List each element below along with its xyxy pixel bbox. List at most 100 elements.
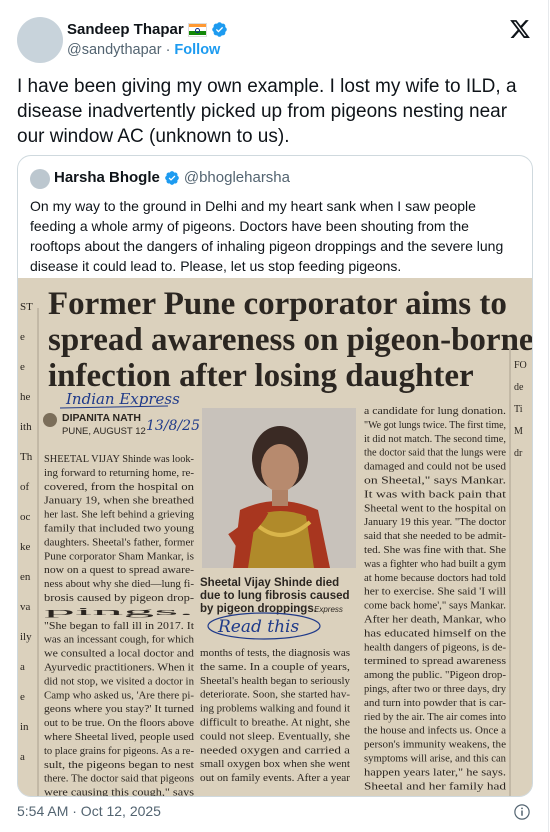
col3-line: it did not match. The second time, bbox=[364, 433, 506, 445]
col3-line: person's immunity weakens, the bbox=[364, 739, 506, 751]
col2-line: months of tests, the diagnosis was bbox=[200, 647, 350, 659]
edge-right-line: FO bbox=[514, 360, 527, 371]
col1-line: Camp who asked us, 'Are there pi- bbox=[44, 689, 194, 701]
col2-line: deteriorate. Soon, she started hav- bbox=[200, 689, 350, 701]
col3-line: Sheetal went to the hospital on bbox=[364, 502, 507, 514]
col3-line: damaged and could not be used bbox=[364, 461, 506, 473]
handwritten-date: 13/8/25 bbox=[146, 418, 200, 434]
col1-line: sult, the pigeons began to nest bbox=[44, 759, 194, 771]
col1-line: out to be true. On the floors above bbox=[44, 717, 194, 729]
col3-line: changed houses twice, but the in- bbox=[364, 794, 506, 796]
col3-line: pings, after two or three days, dry bbox=[364, 683, 506, 695]
col3-line: termined to spread awareness bbox=[364, 655, 506, 667]
india-flag-icon bbox=[187, 22, 207, 37]
col1-line: geons where you stay?' It turned bbox=[44, 703, 195, 715]
edge-left-line: a bbox=[20, 751, 25, 763]
quoted-tweet-text: On my way to the ground in Delhi and my … bbox=[30, 198, 504, 274]
author-name-row: Sandeep Thapar bbox=[67, 21, 228, 38]
handwritten-note: Read this bbox=[217, 617, 299, 637]
tweet-timestamp[interactable]: 5:54 AM · Oct 12, 2025 bbox=[17, 803, 161, 819]
col1-line: family that included two young bbox=[44, 523, 195, 535]
author-handle[interactable]: @sandythapar bbox=[67, 42, 162, 58]
col3-line: "We got lungs twice. The first time, bbox=[364, 419, 506, 431]
author-name[interactable]: Sandeep Thapar bbox=[67, 21, 184, 38]
col3-line: on Sheetal," says Mankar. bbox=[364, 475, 506, 487]
col2-line: out on family events. After a year bbox=[200, 772, 350, 784]
col3-line: at home because doctors had told bbox=[364, 572, 506, 584]
col1-line: brosis caused by pigeon drop- bbox=[44, 592, 194, 604]
edge-left-line: ST bbox=[20, 301, 33, 313]
edge-right-line: dr bbox=[514, 448, 523, 459]
quoted-author-avatar[interactable] bbox=[30, 169, 50, 189]
verified-badge-icon bbox=[211, 22, 227, 37]
col1-line: ing forward to returning home, re- bbox=[44, 467, 194, 479]
headline-line-3: infection after losing daughter bbox=[48, 358, 474, 394]
col3-line: the house and infects us. Once a bbox=[364, 725, 506, 737]
edge-left-line: ily bbox=[20, 631, 32, 643]
col1-line: Pune corporator Sham Mankar, is bbox=[44, 550, 194, 562]
article-column-2: months of tests, the diagnosis was the sa… bbox=[200, 647, 350, 784]
col3-line: ted. She was fine with that. She bbox=[364, 544, 506, 556]
newspaper-clipping-image[interactable]: ST e e he ith Th of oc ke en va ily a e in a FO de Ti Mdr … bbox=[18, 278, 532, 796]
edge-right-line: Ti bbox=[514, 404, 523, 415]
col1-line: SHEETAL VIJAY Shinde was look- bbox=[44, 453, 194, 465]
author-handle-row: @sandythapar · Follow bbox=[67, 42, 220, 58]
x-logo-icon[interactable] bbox=[509, 18, 531, 40]
edge-right-line: de bbox=[514, 382, 524, 393]
col1-line: January 19, when she breathed bbox=[44, 495, 195, 507]
edge-left-line: of bbox=[20, 481, 30, 493]
edge-left-line: a bbox=[20, 661, 25, 673]
col3-line: was a fighter who had built a gym bbox=[364, 558, 506, 570]
col1-line: we consulted a local doctor and bbox=[44, 648, 195, 660]
col1-line: were causing this cough," says bbox=[44, 787, 194, 796]
byline: DIPANITA NATH bbox=[62, 412, 141, 424]
verified-badge-icon bbox=[165, 170, 179, 185]
col3-line: Sheetal and her family had bbox=[364, 780, 507, 792]
col3-line: ried by the air. The air comes into bbox=[364, 711, 506, 723]
edge-left-line: e bbox=[20, 691, 25, 703]
edge-left-line: ke bbox=[20, 541, 31, 553]
edge-left-line: en bbox=[20, 571, 31, 583]
info-icon[interactable] bbox=[513, 803, 531, 821]
col1-line: there. The doctor said that pigeons bbox=[44, 773, 194, 785]
col3-line: come back home'," says Mankar. bbox=[364, 600, 506, 612]
edge-left-line: e bbox=[20, 331, 25, 343]
col1-line: pings. bbox=[44, 606, 195, 618]
quoted-author-name[interactable]: Harsha Bhogle bbox=[54, 169, 160, 186]
author-avatar[interactable] bbox=[17, 17, 63, 63]
caption-credit: Express bbox=[314, 605, 343, 614]
edge-left-line: va bbox=[20, 601, 31, 613]
col2-line: could not sleep. Eventually, she bbox=[200, 730, 350, 742]
headline-line-2: spread awareness on pigeon-borne bbox=[48, 322, 532, 358]
col3-line: health dangers of pigeons, is de- bbox=[364, 641, 506, 653]
col3-line: has educated himself on the bbox=[364, 627, 506, 639]
handwritten-source: Indian Express bbox=[65, 390, 180, 408]
col1-line: daughters. Sheetal's father, former bbox=[44, 536, 194, 548]
col3-line: January 19 this year. "The doctor bbox=[364, 516, 506, 528]
col1-line: Ayurvedic practitioners. When it bbox=[44, 662, 194, 674]
col1-line: covered, from the hospital on bbox=[44, 481, 195, 493]
col3-line: her to exercise. She said 'I will bbox=[364, 586, 506, 598]
col1-line: now on a quest to spread aware- bbox=[44, 564, 194, 576]
newspaper-clipping-svg: STeeheithThofockeenvailyaeina FOdeTiMdr … bbox=[18, 278, 532, 796]
col3-line: a candidate for lung donation. bbox=[364, 405, 506, 417]
col3-line: happen years later," he says. bbox=[364, 766, 506, 778]
edge-left-line: e bbox=[20, 361, 25, 373]
quoted-author-row: Harsha Bhogle @bhogleharsha bbox=[54, 169, 290, 186]
dateline: PUNE, AUGUST 12 bbox=[62, 426, 146, 437]
follow-button[interactable]: Follow bbox=[174, 42, 220, 58]
col2-line: needed oxygen and carried a bbox=[200, 744, 350, 756]
tweet-text: I have been giving my own example. I los… bbox=[17, 76, 517, 147]
edge-left-line: ith bbox=[20, 421, 32, 433]
quoted-tweet[interactable]: Harsha Bhogle @bhogleharsha On my way to… bbox=[17, 155, 533, 797]
edge-left-line: in bbox=[20, 721, 29, 733]
col3-line: After her death, Mankar, who bbox=[364, 614, 507, 626]
portrait-photo bbox=[202, 408, 356, 568]
col2-line: the same. In a couple of years, bbox=[200, 661, 350, 673]
tweet-card: Sandeep Thapar @sandythapar · Follow I h… bbox=[0, 0, 549, 832]
col2-line: ing problems walking and found it bbox=[200, 703, 350, 715]
quoted-author-handle[interactable]: @bhogleharsha bbox=[184, 169, 290, 186]
col3-line: and turn into powder that is car- bbox=[364, 697, 506, 709]
col1-line: ness about why she died—lung fi- bbox=[44, 578, 194, 590]
col3-line: symptoms will arise, and this can bbox=[364, 753, 506, 765]
